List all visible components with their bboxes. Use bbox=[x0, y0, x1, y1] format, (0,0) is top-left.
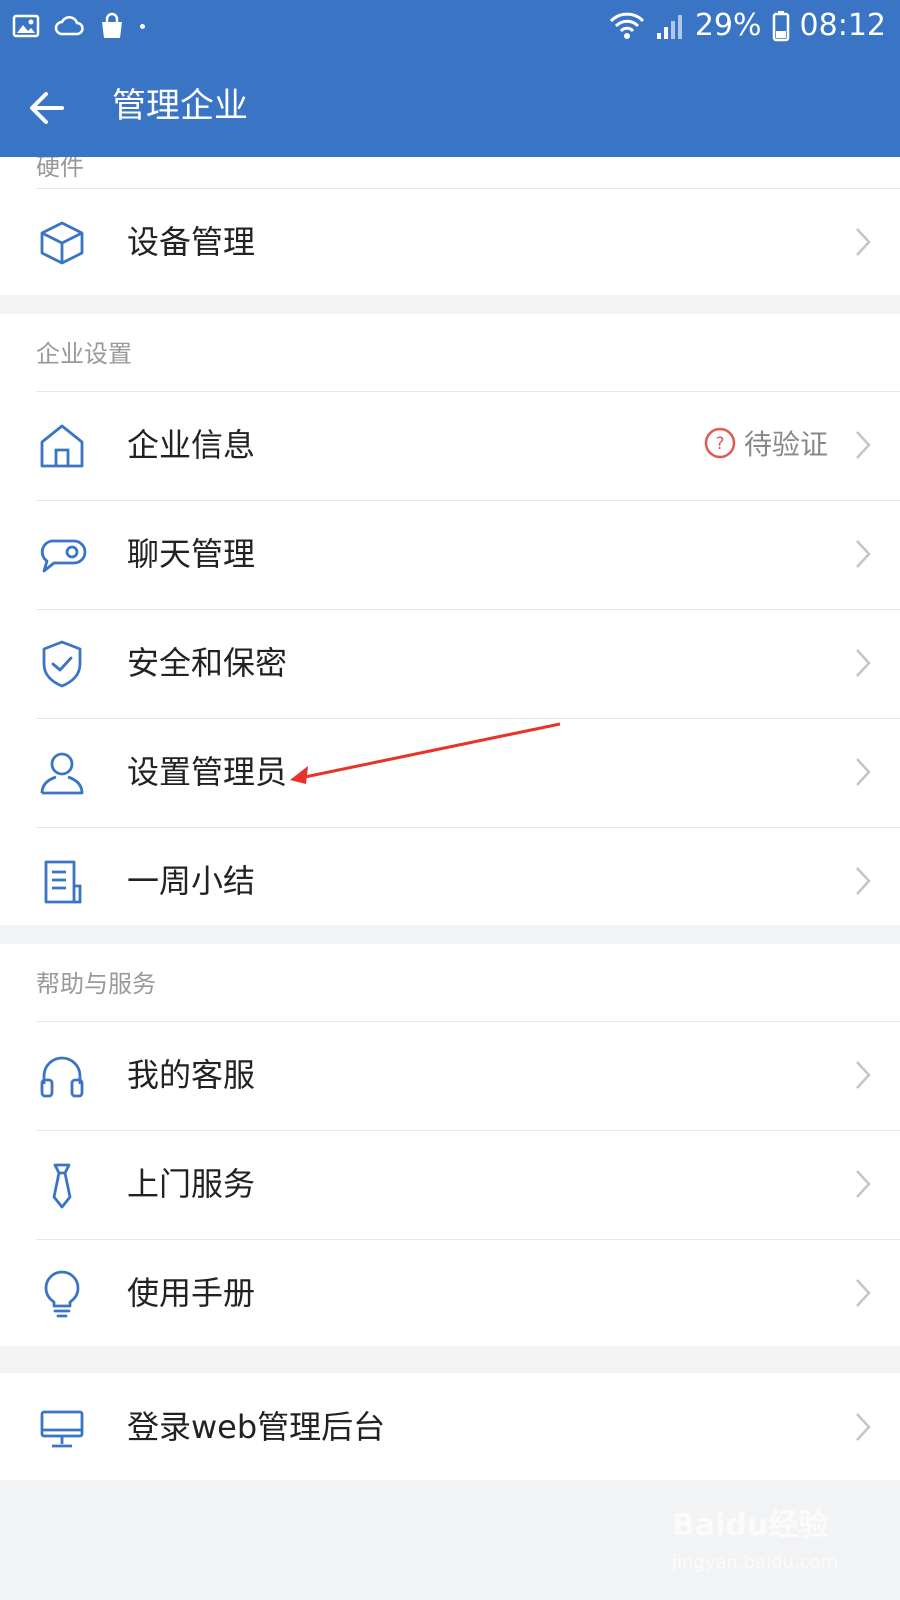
customer-service-row[interactable]: 我的客服 bbox=[0, 1021, 900, 1130]
user-manual-row[interactable]: 使用手册 bbox=[0, 1239, 900, 1348]
page-title: 管理企业 bbox=[112, 86, 248, 126]
svg-text:?: ? bbox=[715, 434, 724, 454]
monitor-icon bbox=[40, 1410, 84, 1448]
battery-percentage: 29% bbox=[694, 8, 762, 43]
lightbulb-icon bbox=[44, 1270, 80, 1318]
user-manual-label: 使用手册 bbox=[127, 1274, 256, 1312]
device-management-row[interactable]: 设备管理 bbox=[0, 188, 900, 297]
divider bbox=[36, 391, 900, 392]
onsite-service-label: 上门服务 bbox=[127, 1165, 256, 1203]
onsite-service-row[interactable]: 上门服务 bbox=[0, 1130, 900, 1239]
chevron-right-icon bbox=[856, 228, 871, 256]
dot-indicator bbox=[140, 23, 145, 29]
enterprise-settings-section: 企业设置 企业信息 ? 待验证 聊天管理 安全和保密 设置管理员 一周小结 bbox=[0, 314, 900, 925]
web-admin-login-row[interactable]: 登录web管理后台 bbox=[0, 1373, 900, 1482]
chevron-right-icon bbox=[856, 1413, 871, 1441]
system-status: 29% 08:12 bbox=[609, 8, 886, 43]
security-privacy-label: 安全和保密 bbox=[127, 644, 288, 682]
divider bbox=[36, 188, 900, 189]
watermark-brand: Baidu经验 bbox=[672, 1508, 829, 1543]
cube-icon bbox=[40, 221, 84, 265]
chat-management-row[interactable]: 聊天管理 bbox=[0, 500, 900, 609]
scroll-content[interactable]: 硬件 设备管理 企业设置 企业信息 ? 待验证 聊天管理 安全和保密 设置管理员… bbox=[0, 157, 900, 1600]
shopping-bag-icon bbox=[102, 12, 122, 38]
headphones-icon bbox=[40, 1056, 84, 1098]
divider bbox=[36, 1021, 900, 1022]
chevron-right-icon bbox=[856, 431, 871, 459]
watermark-url: jingyan.baidu.com bbox=[672, 1552, 839, 1573]
signal-icon bbox=[656, 14, 682, 39]
security-privacy-row[interactable]: 安全和保密 bbox=[0, 609, 900, 718]
chevron-right-icon bbox=[856, 758, 871, 786]
weekly-summary-row[interactable]: 一周小结 bbox=[0, 827, 900, 936]
section-header-help: 帮助与服务 bbox=[36, 970, 156, 998]
web-admin-login-label: 登录web管理后台 bbox=[127, 1408, 386, 1446]
chevron-right-icon bbox=[856, 649, 871, 677]
pending-verification-badge: 待验证 bbox=[743, 428, 828, 461]
enterprise-info-label: 企业信息 bbox=[127, 426, 256, 464]
user-icon bbox=[40, 752, 84, 795]
divider bbox=[36, 718, 900, 719]
divider bbox=[36, 1130, 900, 1131]
question-mark-icon: ? bbox=[704, 427, 736, 459]
baidu-watermark: Baidu经验 jingyan.baidu.com bbox=[672, 1500, 852, 1580]
chevron-right-icon bbox=[856, 540, 871, 568]
battery-icon bbox=[772, 10, 789, 41]
divider bbox=[36, 827, 900, 828]
notification-icons bbox=[12, 12, 145, 40]
shield-check-icon bbox=[42, 640, 82, 688]
chat-management-label: 聊天管理 bbox=[127, 535, 256, 573]
chat-bubble-icon bbox=[40, 539, 87, 573]
set-admin-row[interactable]: 设置管理员 bbox=[0, 718, 900, 827]
enterprise-info-row[interactable]: 企业信息 ? 待验证 bbox=[0, 391, 900, 500]
back-arrow-icon[interactable] bbox=[24, 84, 72, 132]
hardware-section: 硬件 设备管理 bbox=[0, 157, 900, 295]
section-header-hardware: 硬件 bbox=[36, 157, 84, 181]
device-management-label: 设备管理 bbox=[127, 223, 256, 261]
chevron-right-icon bbox=[856, 1170, 871, 1198]
app-bar: 管理企业 bbox=[0, 56, 900, 157]
section-header-enterprise: 企业设置 bbox=[36, 340, 132, 368]
help-service-section: 帮助与服务 我的客服 上门服务 使用手册 bbox=[0, 944, 900, 1346]
divider bbox=[36, 500, 900, 501]
chevron-right-icon bbox=[856, 867, 871, 895]
document-icon bbox=[44, 860, 82, 904]
set-admin-label: 设置管理员 bbox=[127, 753, 288, 791]
clock: 08:12 bbox=[799, 8, 886, 43]
web-login-section: 登录web管理后台 bbox=[0, 1373, 900, 1480]
cloud-notification-icon bbox=[54, 16, 84, 36]
verification-status: ? 待验证 bbox=[704, 423, 828, 463]
image-notification-icon bbox=[12, 14, 40, 38]
divider bbox=[36, 609, 900, 610]
customer-service-label: 我的客服 bbox=[127, 1056, 256, 1094]
chevron-right-icon bbox=[856, 1279, 871, 1307]
tie-icon bbox=[52, 1163, 72, 1209]
chevron-right-icon bbox=[856, 1061, 871, 1089]
wifi-icon bbox=[609, 12, 644, 39]
status-bar: 29% 08:12 bbox=[0, 0, 900, 56]
house-icon bbox=[40, 424, 84, 468]
divider bbox=[36, 1239, 900, 1240]
weekly-summary-label: 一周小结 bbox=[127, 862, 256, 900]
